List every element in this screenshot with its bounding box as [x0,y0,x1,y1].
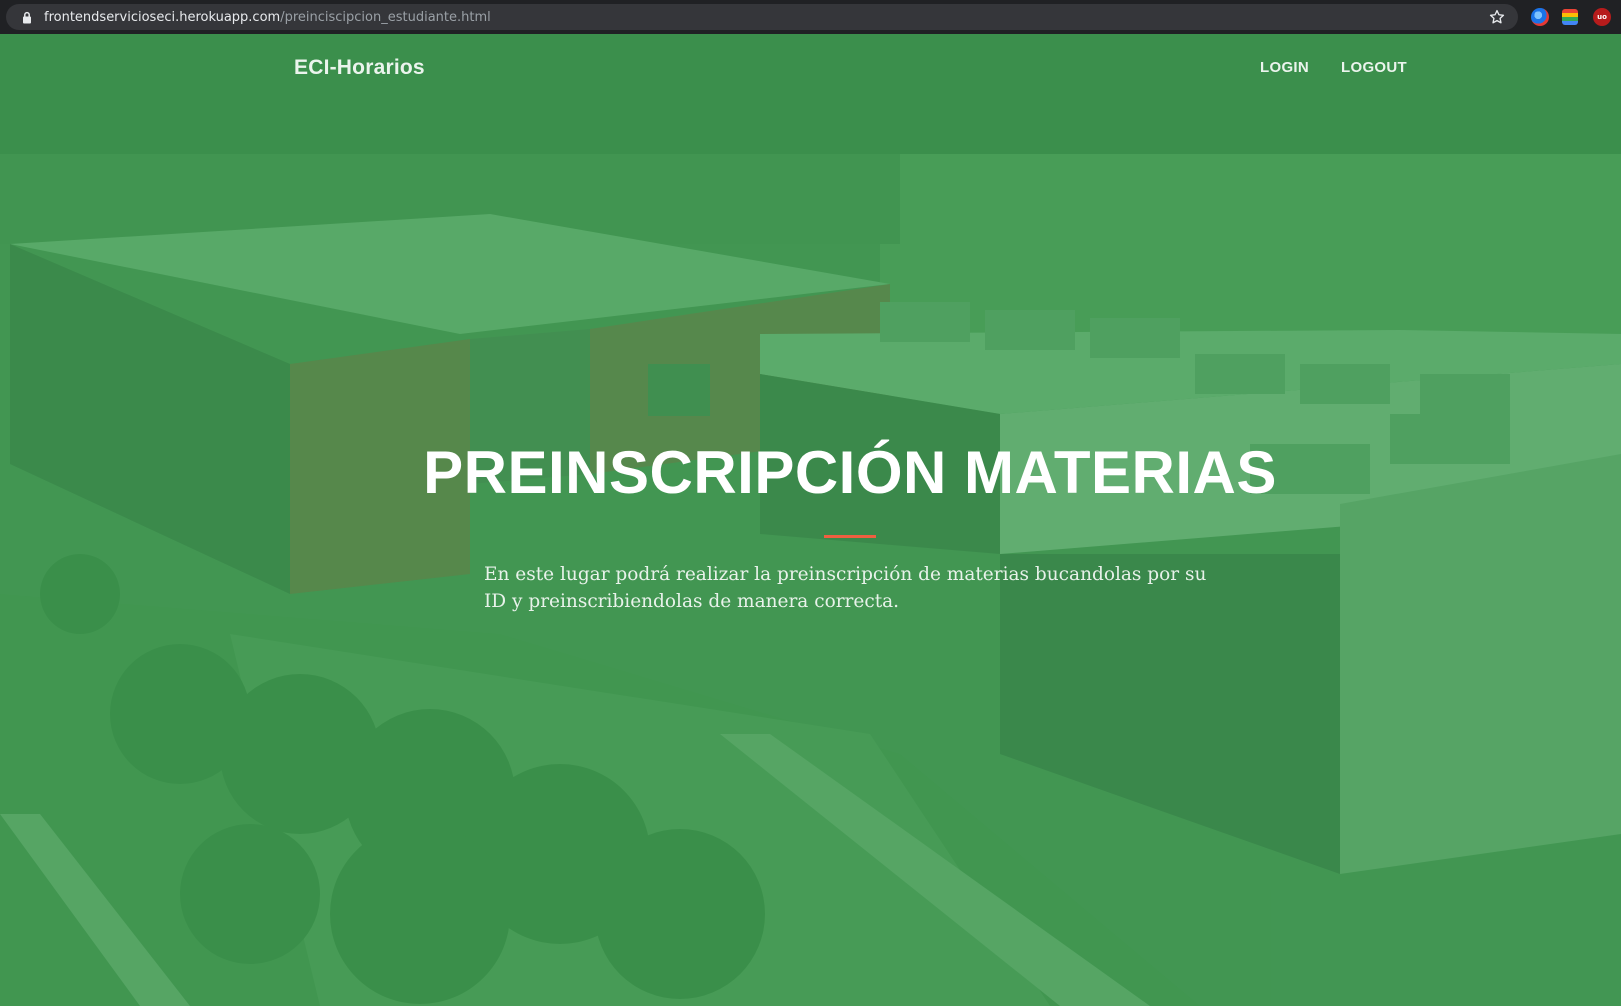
green-overlay [0,34,1621,1006]
brand-logo-link[interactable]: ECI-Horarios [294,56,425,80]
nav-login-link[interactable]: LOGIN [1260,59,1309,76]
google-apps-icon[interactable] [1562,9,1578,25]
page-viewport: ECI-Horarios LOGIN LOGOUT PREINSCRIPCIÓN… [0,34,1621,1006]
bookmark-star-icon[interactable] [1488,8,1506,26]
lock-icon[interactable] [20,10,34,24]
url-path: /preinciscipcion_estudiante.html [280,9,491,25]
ublock-icon[interactable]: uo [1593,8,1611,26]
hero-description: En este lugar podrá realizar la preinscr… [484,564,1207,612]
address-bar[interactable]: frontendservicioseci.herokuapp.com/prein… [6,4,1518,30]
nav-logout-link[interactable]: LOGOUT [1341,59,1407,76]
hero-title: PREINSCRIPCIÓN MATERIAS [423,439,1277,506]
main-nav: LOGIN LOGOUT [1260,59,1407,76]
url-text[interactable]: frontendservicioseci.herokuapp.com/prein… [44,10,491,25]
url-host: frontendservicioseci.herokuapp.com [44,9,281,25]
chrome-icon[interactable] [1531,8,1549,26]
browser-toolbar: frontendservicioseci.herokuapp.com/prein… [0,0,1621,34]
hero-divider [824,535,876,538]
